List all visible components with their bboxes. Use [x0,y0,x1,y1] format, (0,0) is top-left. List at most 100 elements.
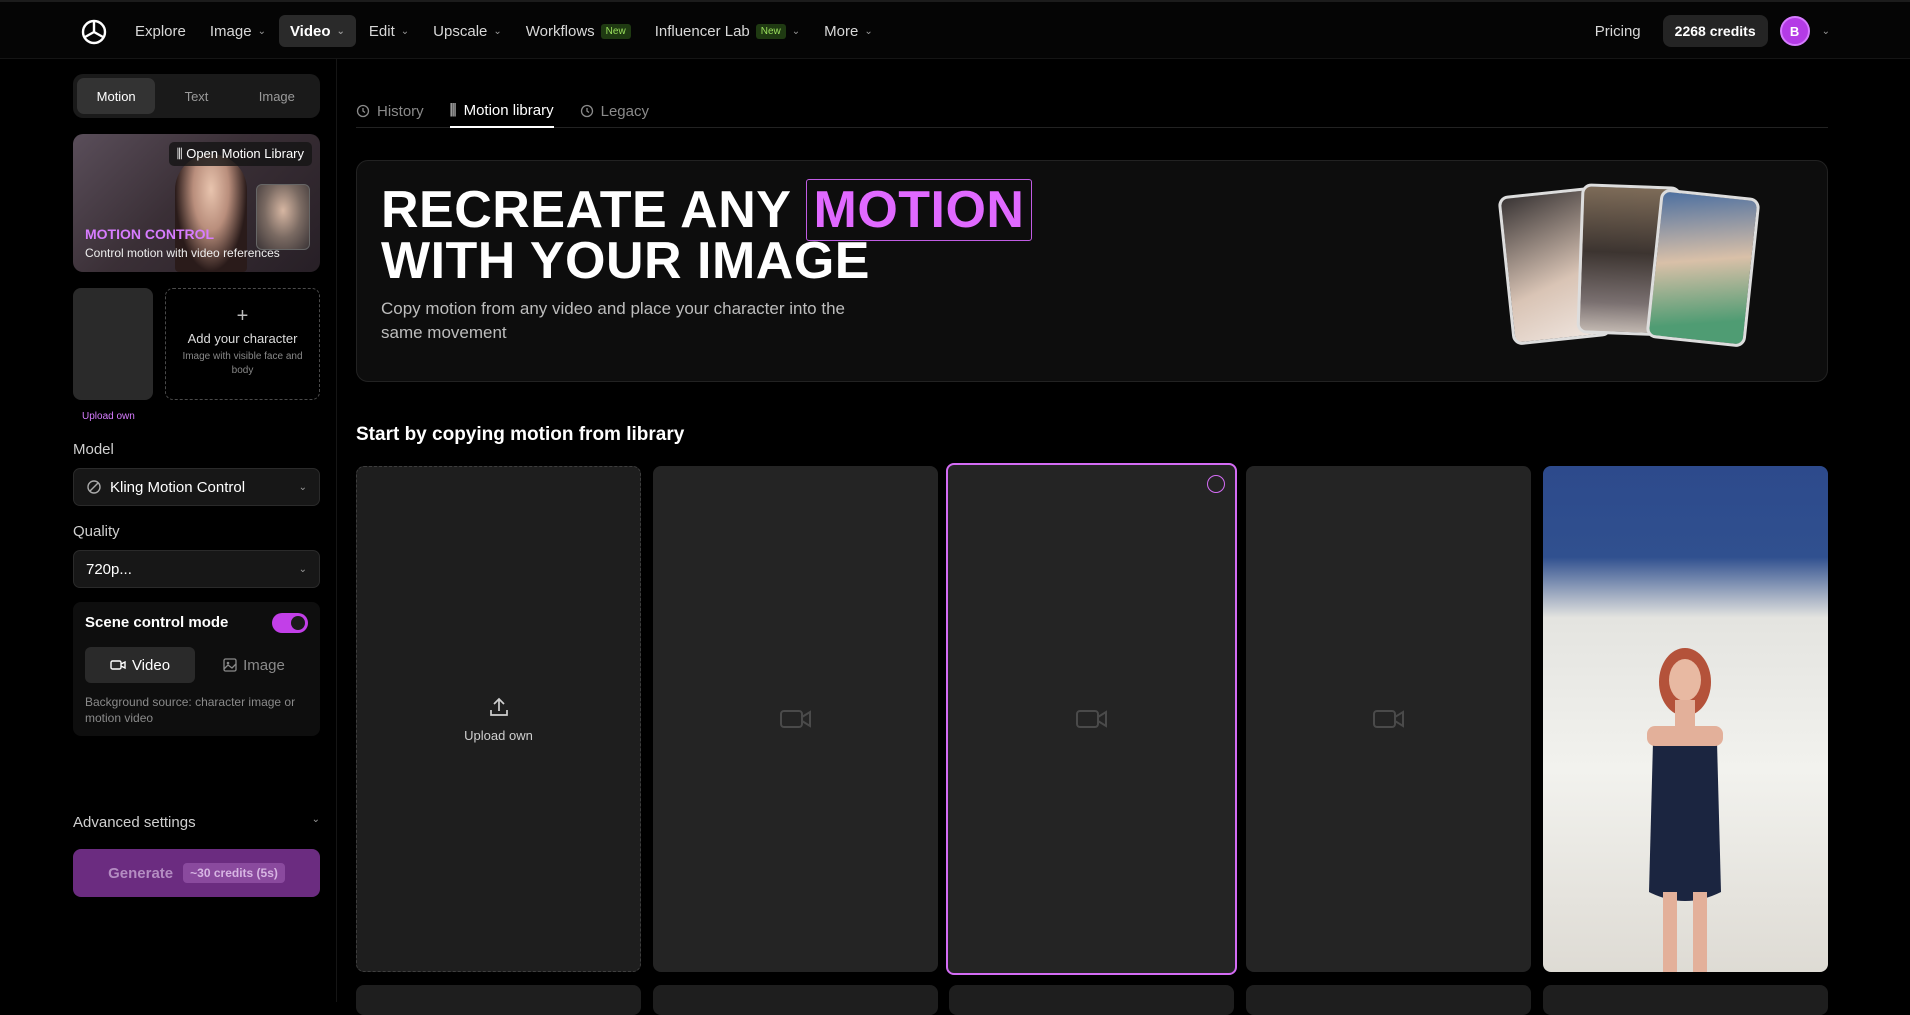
tab-motion-library[interactable]: ⫼ Motion library [449,94,554,128]
chevron-down-icon: ⌄ [791,25,801,37]
main-tabs: History ⫼ Motion library Legacy [356,94,1828,128]
chevron-down-icon: ⌄ [400,25,410,37]
model-select[interactable]: Kling Motion Control ⌄ [73,468,320,506]
model-icon [87,480,101,494]
section-title: Start by copying motion from library [356,424,685,445]
nav-more[interactable]: More ⌄ [813,15,884,47]
plus-icon: + [236,305,249,327]
nav-label: Image [209,22,252,40]
nav-image[interactable]: Image ⌄ [199,15,277,47]
nav-label: Influencer Lab [654,22,750,40]
motion-video-card-preview[interactable] [1543,466,1828,972]
image-icon [223,658,237,672]
scene-note: Background source: character image or mo… [85,695,296,725]
hero-photo [1645,188,1761,348]
advanced-settings-label: Advanced settings [73,814,196,831]
scene-option-label: Image [243,656,285,674]
upload-icon [489,697,508,716]
library-icon: ⫼ [449,101,457,119]
selected-check-icon [1207,475,1225,493]
chevron-down-icon[interactable]: ⌄ [1822,26,1830,37]
motion-video-card[interactable] [1246,985,1531,1015]
chevron-down-icon: ⌄ [336,25,345,37]
nav-explore[interactable]: Explore [124,15,197,47]
nav-label: More [824,22,859,40]
motion-video-card[interactable] [949,985,1234,1015]
motion-video-card[interactable] [1246,466,1531,972]
add-character-dropzone[interactable]: + Add your character Image with visible … [165,288,320,400]
quality-select[interactable]: 720p... ⌄ [73,550,320,588]
top-bar: Explore Image ⌄ Video ⌄ Edit ⌄ Upscale ⌄ Wor… [0,0,1910,59]
add-character-title: Add your character [187,331,298,346]
scene-source-tabs: Video Image [85,647,309,683]
history-icon [356,104,370,118]
open-motion-library-button[interactable]: ⫼ Open Motion Library [168,142,312,166]
tab-motion[interactable]: Motion [77,78,156,114]
chevron-down-icon: ⌄ [257,25,266,37]
nav-influencer-lab[interactable]: Influencer Lab New ⌄ [644,15,811,47]
motion-card-subtitle: Control motion with video references [85,246,280,260]
scene-control-title: Scene control mode [85,614,229,631]
nav-edit[interactable]: Edit ⌄ [358,15,420,47]
scene-option-image[interactable]: Image [199,647,309,683]
upload-own-card[interactable]: Upload own [356,466,641,972]
chevron-down-icon: ⌄ [298,481,307,493]
tab-legacy[interactable]: Legacy [580,94,649,128]
nav-label: Video [289,22,331,40]
advanced-settings-toggle[interactable]: Advanced settings ⌄ [73,814,320,831]
nav-label: Workflows [525,22,595,40]
hero-subtitle: Copy motion from any video and place you… [381,299,845,342]
avatar[interactable]: B [1779,16,1810,46]
legacy-icon [580,104,593,118]
video-placeholder-icon [779,710,811,728]
upload-own-label: Upload own [464,728,533,743]
tab-text[interactable]: Text [157,78,235,114]
tab-label: Legacy [600,102,649,120]
upload-video-slot[interactable] [73,288,153,400]
video-placeholder-icon [1372,710,1404,728]
upload-own-content: Upload own [357,695,640,743]
scene-control-card: Scene control mode Video Image Backgroun… [73,602,320,736]
nav-video[interactable]: Video ⌄ [278,15,356,47]
tab-history[interactable]: History [356,94,424,128]
nav-upscale[interactable]: Upscale ⌄ [422,15,513,47]
chevron-down-icon: ⌄ [493,25,502,37]
tab-label: Motion library [463,101,554,119]
nav-workflows[interactable]: Workflows New [515,15,642,47]
hero-title-line2: WITH YOUR IMAGE [381,232,870,290]
pricing-link[interactable]: Pricing [1585,23,1651,40]
top-right-actions: Pricing 2268 credits B ⌄ [1585,15,1830,47]
add-character-hint: Image with visible face and body [182,351,303,376]
motion-card-title: MOTION CONTROL [85,226,215,242]
library-icon: ⫼ [176,146,183,161]
motion-control-card[interactable]: ⫼ Open Motion Library MOTION CONTROL Con… [73,134,320,272]
motion-video-card[interactable] [1543,985,1828,1015]
credits-button[interactable]: 2268 credits [1662,15,1768,47]
scene-control-toggle[interactable] [272,613,308,633]
video-placeholder-icon [1075,710,1107,728]
motion-video-card-selected[interactable] [946,463,1237,975]
quality-value: 720p... [86,560,132,578]
chevron-down-icon: ⌄ [298,563,307,575]
tab-label: History [377,102,424,120]
chevron-down-icon: ⌄ [311,814,320,825]
quality-label: Quality [73,523,120,540]
mode-tabs: Motion Text Image [73,74,320,118]
tab-image[interactable]: Image [238,78,316,114]
scene-option-label: Video [131,656,171,674]
motion-video-card[interactable] [653,985,938,1015]
new-badge: New [600,23,631,39]
motion-video-card[interactable] [653,466,938,972]
nav-label: Upscale [433,22,488,40]
nav-label: Edit [368,22,395,40]
generate-button[interactable]: Generate ~30 credits (5s) [73,849,320,897]
scene-option-video[interactable]: Video [85,647,195,683]
motion-card-thumbnail [256,184,310,250]
upload-own-link[interactable]: Upload own [82,411,135,422]
motion-video-card[interactable] [356,985,641,1015]
logo-icon[interactable] [80,18,108,46]
main-nav: Explore Image ⌄ Video ⌄ Edit ⌄ Upscale ⌄ Wor… [124,15,884,47]
video-icon [110,660,126,670]
sidebar: Motion Text Image ⫼ Open Motion Library … [0,59,337,1002]
hero-banner: RECREATE ANY MOTION WITH YOUR IMAGE Copy… [356,160,1828,382]
